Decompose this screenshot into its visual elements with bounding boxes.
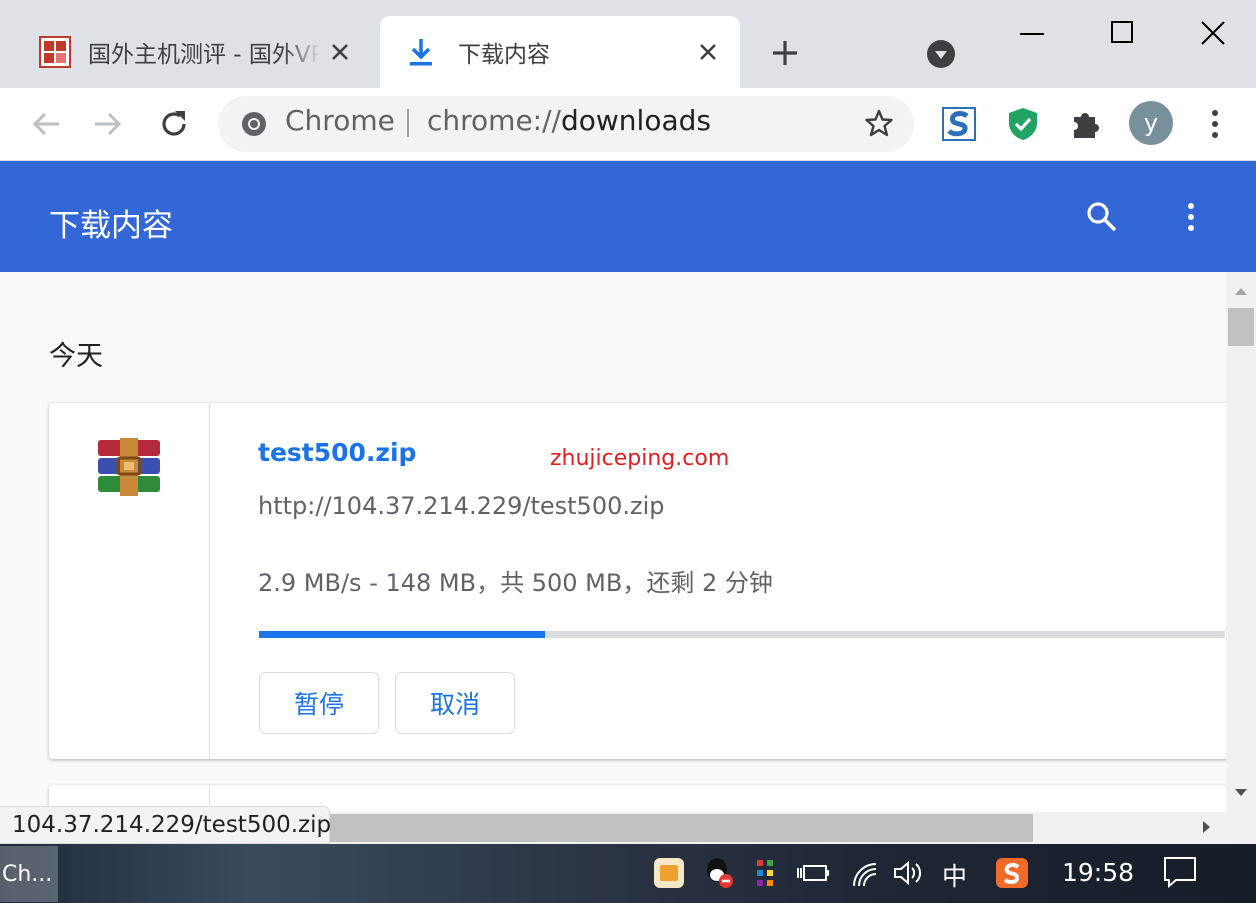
volume-icon[interactable] — [892, 858, 924, 888]
status-bubble-url: 104.37.214.229/test500.zip — [0, 806, 331, 844]
sogou-ime-icon[interactable] — [995, 857, 1029, 889]
tray-color-icon[interactable] — [755, 858, 777, 888]
cancel-button[interactable]: 取消 — [395, 672, 515, 734]
shield-check-icon[interactable] — [1006, 106, 1040, 142]
ime-indicator[interactable]: 中 — [942, 857, 967, 893]
url-prefix: chrome:// — [427, 104, 561, 137]
download-source-url[interactable]: http://104.37.214.229/test500.zip — [258, 492, 665, 520]
scroll-right-icon[interactable] — [1200, 819, 1214, 835]
extension-s-icon[interactable] — [941, 106, 977, 142]
vertical-scrollbar[interactable] — [1226, 272, 1256, 812]
downloads-header — [0, 161, 1256, 272]
pause-button[interactable]: 暂停 — [259, 672, 379, 734]
tab-title: 下载内容 — [458, 42, 550, 68]
taskbar-chrome-button[interactable]: Ch... — [0, 846, 58, 902]
download-progress-text: 2.9 MB/s - 148 MB，共 500 MB，还剩 2 分钟 — [258, 569, 773, 597]
notification-center-icon[interactable] — [1162, 855, 1198, 889]
taskbar-clock[interactable]: 19:58 — [1062, 858, 1134, 887]
watermark-text: zhujiceping.com — [550, 446, 730, 471]
new-tab-icon[interactable] — [770, 38, 800, 68]
section-date-label: 今天 — [49, 341, 103, 372]
reload-icon[interactable] — [156, 106, 192, 142]
tab-active[interactable]: 下载内容 — [380, 16, 740, 88]
tab-title: 国外主机测评 - 国外VPS — [88, 42, 320, 68]
scroll-down-icon[interactable] — [1233, 786, 1249, 800]
avatar[interactable]: y — [1129, 101, 1173, 145]
progress-bar — [259, 631, 1225, 638]
download-filename-link[interactable]: test500.zip — [258, 438, 416, 467]
search-icon[interactable] — [1085, 200, 1119, 234]
minimize-icon[interactable] — [1018, 20, 1046, 48]
qq-icon[interactable] — [702, 855, 736, 891]
maximize-icon[interactable] — [1110, 20, 1134, 44]
close-icon[interactable] — [694, 38, 722, 66]
omnibox-divider — [407, 109, 409, 137]
page-title: 下载内容 — [49, 208, 173, 244]
kebab-menu-icon[interactable] — [1179, 200, 1203, 234]
kebab-menu-icon[interactable] — [1203, 107, 1227, 141]
card-divider — [209, 403, 210, 759]
site-favicon — [39, 36, 71, 68]
window-close-icon[interactable] — [1200, 20, 1226, 46]
forward-arrow-icon[interactable] — [90, 106, 126, 142]
vertical-scrollbar-thumb[interactable] — [1228, 308, 1254, 346]
winrar-archive-icon[interactable] — [96, 438, 162, 496]
horizontal-scrollbar-thumb[interactable] — [330, 814, 1033, 842]
chrome-icon[interactable] — [240, 110, 268, 138]
scroll-up-icon[interactable] — [1233, 284, 1249, 298]
download-icon — [410, 39, 432, 66]
tab-search-icon[interactable] — [926, 39, 956, 69]
close-icon[interactable] — [326, 38, 354, 66]
omnibox-url[interactable]: chrome://downloads — [427, 104, 711, 137]
progress-bar-fill — [259, 631, 545, 638]
star-icon[interactable] — [864, 108, 894, 138]
battery-charging-icon[interactable] — [796, 860, 830, 886]
wifi-icon[interactable] — [850, 860, 880, 888]
back-arrow-icon[interactable] — [28, 106, 64, 142]
url-host: downloads — [560, 104, 711, 137]
tab-inactive[interactable]: 国外主机测评 - 国外VPS — [20, 16, 372, 88]
tray-app-icon[interactable] — [653, 857, 685, 889]
puzzle-icon[interactable] — [1070, 107, 1104, 141]
omnibox-site-label: Chrome — [285, 104, 395, 137]
